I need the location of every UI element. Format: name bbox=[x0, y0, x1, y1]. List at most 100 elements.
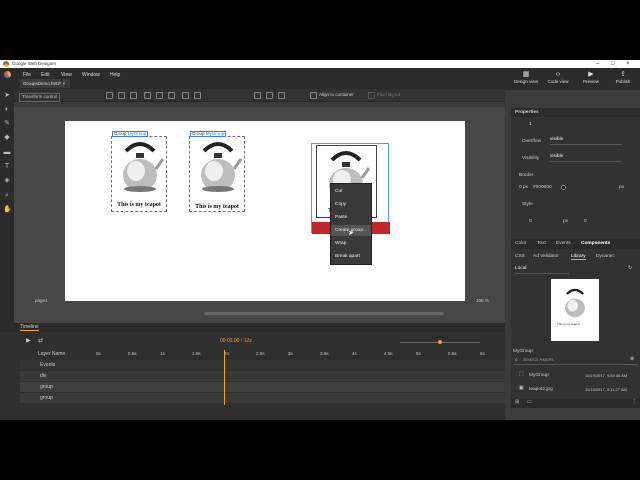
teapot-group-2[interactable]: Group MyGroup This is my teapot bbox=[189, 131, 245, 212]
teapot-image bbox=[123, 142, 164, 192]
distribute-h-icon[interactable] bbox=[182, 92, 189, 99]
snap-icon[interactable] bbox=[266, 92, 273, 99]
ruler-tick-label: 1s bbox=[160, 351, 165, 356]
properties-panel: Properties 1 Overflow visible Visibility… bbox=[511, 108, 640, 408]
page-label[interactable]: page1 bbox=[35, 298, 48, 304]
asset-footer: ⊞ ▭ ⋮ bbox=[511, 399, 640, 408]
thumbnail-caption: This is my teapot bbox=[557, 322, 580, 326]
tab-css[interactable]: CSS bbox=[515, 254, 525, 259]
border-color-swatch[interactable] bbox=[561, 185, 566, 190]
align-center-icon[interactable] bbox=[118, 92, 125, 99]
tab-ad-validator[interactable]: Ad Validator bbox=[533, 254, 559, 259]
close-icon[interactable]: × bbox=[626, 61, 630, 67]
tab-text[interactable]: Text bbox=[537, 241, 546, 246]
visibility-label: Visibility bbox=[522, 156, 540, 161]
grid-icon[interactable] bbox=[254, 92, 261, 99]
fill-tool-icon[interactable]: ◈ bbox=[3, 177, 11, 185]
layer-row[interactable]: div bbox=[20, 371, 505, 381]
preview-button[interactable]: ▶ Preview bbox=[577, 70, 605, 89]
asset-row[interactable]: ▣ teapot2.jpg 11/19/2017, 9:11:27 AM bbox=[511, 384, 640, 395]
zoom-slider-handle[interactable] bbox=[438, 340, 442, 344]
asset-name: MyGroup bbox=[529, 373, 549, 378]
asset-search[interactable]: ⌕ Search Assets ⊗ bbox=[513, 356, 638, 365]
teapot-thumbnail-image bbox=[565, 288, 585, 318]
guides-icon[interactable] bbox=[278, 92, 285, 99]
app-logo-icon bbox=[3, 61, 9, 67]
search-placeholder: Search Assets bbox=[523, 358, 554, 363]
layer-row[interactable]: group bbox=[20, 382, 505, 392]
align-left-icon[interactable] bbox=[106, 92, 113, 99]
selection-tool-icon[interactable]: ➤ bbox=[3, 92, 11, 100]
document-canvas[interactable]: Group MyGroup This is my teapot Group My… bbox=[65, 121, 465, 301]
zoom-tool-icon[interactable]: ⌕ bbox=[3, 192, 11, 200]
align-to-container-checkbox[interactable] bbox=[310, 92, 317, 99]
folder-icon[interactable]: ▭ bbox=[527, 400, 532, 405]
maximize-icon[interactable]: □ bbox=[611, 61, 615, 67]
align-right-icon[interactable] bbox=[130, 92, 137, 99]
tab-dynamic[interactable]: Dynamic bbox=[596, 254, 615, 259]
context-menu-copy[interactable]: Copy bbox=[331, 199, 371, 210]
group-label: Group MyGroup bbox=[112, 131, 149, 137]
minimize-icon[interactable]: – bbox=[596, 61, 599, 67]
distribute-v-icon[interactable] bbox=[194, 92, 201, 99]
align-middle-icon[interactable] bbox=[156, 92, 163, 99]
context-menu-break-apart[interactable]: Break apart bbox=[331, 251, 371, 262]
asset-date: 11/19/2017, 9:59:08 AM bbox=[585, 373, 628, 378]
playhead[interactable] bbox=[224, 350, 225, 405]
hand-tool-icon[interactable]: ✋ bbox=[3, 206, 12, 214]
asset-date: 11/19/2017, 9:11:27 AM bbox=[585, 387, 627, 392]
ruler-tick-label: 0.5s bbox=[128, 351, 137, 356]
opacity-value[interactable]: 1 bbox=[529, 122, 532, 127]
horizontal-scrollbar[interactable] bbox=[204, 312, 444, 315]
tag-tool-icon[interactable]: ◆ bbox=[3, 134, 11, 142]
overflow-select[interactable]: visible bbox=[550, 137, 622, 145]
tab-library[interactable]: Library bbox=[571, 254, 586, 260]
layer-name: group bbox=[40, 384, 53, 390]
panel-tabs: Color Text Events Components bbox=[511, 239, 640, 249]
teapot-group-1[interactable]: Group MyGroup This is my teapot bbox=[111, 131, 167, 212]
events-row: Events bbox=[20, 360, 505, 370]
publish-button[interactable]: ⇪ Publish bbox=[609, 70, 637, 89]
image-asset-icon: ▣ bbox=[519, 386, 524, 391]
more-icon[interactable]: ⋮ bbox=[632, 400, 637, 405]
code-view-button[interactable]: ‹› Code view bbox=[544, 70, 572, 89]
refresh-icon[interactable]: ↻ bbox=[628, 266, 632, 271]
border-width[interactable]: 0 px bbox=[519, 185, 528, 190]
pixel-layout-checkbox[interactable] bbox=[368, 92, 375, 99]
library-thumbnail[interactable]: This is my teapot bbox=[551, 279, 599, 341]
local-select[interactable]: Local bbox=[515, 266, 569, 274]
tool-options-bar: Transform control Align to container Pix… bbox=[14, 89, 505, 102]
library-tabs: CSS Ad Validator Library Dynamic bbox=[511, 252, 640, 262]
design-view-button[interactable]: ▦ Design view bbox=[512, 70, 540, 89]
text-tool-icon[interactable]: T bbox=[3, 163, 11, 171]
teapot-image bbox=[201, 142, 242, 192]
layer-row[interactable]: group bbox=[20, 393, 505, 403]
visibility-select[interactable]: visible bbox=[550, 154, 622, 162]
align-top-icon[interactable] bbox=[144, 92, 151, 99]
document-tab[interactable]: GroupsDemo.html* × bbox=[20, 79, 70, 88]
play-icon[interactable]: ▶ bbox=[26, 338, 31, 344]
align-bottom-icon[interactable] bbox=[168, 92, 175, 99]
add-asset-icon[interactable]: ⊞ bbox=[515, 400, 519, 405]
ruler-tick-label: 0s bbox=[96, 351, 101, 356]
context-menu-paste[interactable]: Paste bbox=[331, 212, 371, 223]
pixel-layout-label: Pixel layout bbox=[377, 92, 401, 97]
teapot-caption: This is my teapot bbox=[117, 202, 161, 208]
zoom-level[interactable]: 100 % bbox=[476, 298, 489, 304]
context-menu-cut[interactable]: Cut bbox=[331, 186, 371, 197]
asset-row[interactable]: ⬚ MyGroup 11/19/2017, 9:59:08 AM bbox=[511, 370, 640, 381]
position-x[interactable]: 0 bbox=[529, 219, 532, 224]
clear-search-icon[interactable]: ⊗ bbox=[630, 357, 634, 362]
loop-icon[interactable]: ⇄ bbox=[38, 338, 43, 344]
tab-color[interactable]: Color bbox=[515, 241, 526, 246]
border-color-value[interactable]: #000000 bbox=[533, 185, 552, 190]
3d-rotation-tool-icon[interactable]: ◐ bbox=[3, 106, 11, 114]
position-x-unit: px bbox=[563, 219, 569, 224]
pen-tool-icon[interactable]: ✎ bbox=[3, 120, 11, 128]
tab-events[interactable]: Events bbox=[556, 241, 571, 246]
shape-tool-icon[interactable]: ▬ bbox=[3, 149, 11, 157]
transform-control-label[interactable]: Transform control bbox=[19, 93, 61, 102]
position-y[interactable]: 0 bbox=[584, 219, 587, 224]
context-menu-wrap[interactable]: Wrap bbox=[331, 238, 371, 249]
tab-components[interactable]: Components bbox=[581, 241, 610, 246]
